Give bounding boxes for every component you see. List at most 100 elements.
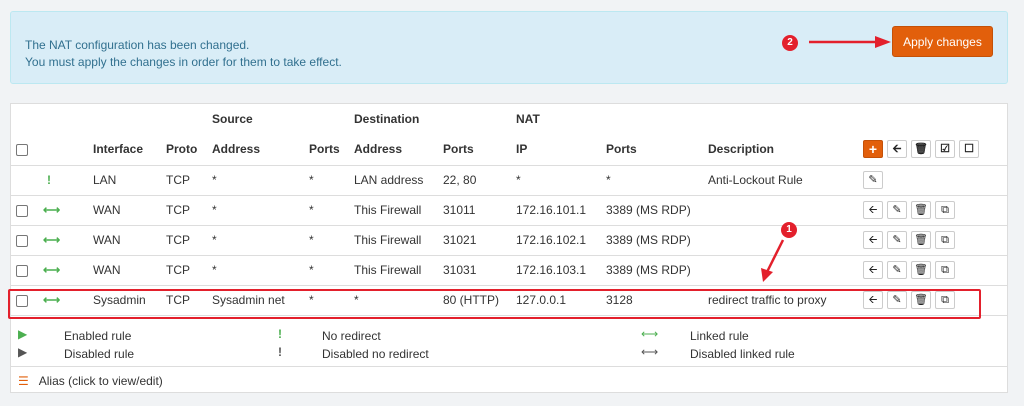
col-interface: Interface (93, 142, 144, 157)
cell-description (708, 195, 863, 225)
edit-icon[interactable]: ✎ (863, 171, 883, 189)
col-proto: Proto (166, 142, 198, 157)
copy-icon[interactable]: ⧉ (935, 201, 955, 219)
cell-description: Anti-Lockout Rule (708, 173, 803, 187)
cell-nat-ip: * (516, 173, 521, 187)
nat-rules-table: Source Destination NAT Interface Proto A… (11, 104, 1007, 316)
disabled-linked-rule-icon: ⟷ (641, 345, 659, 359)
copy-icon[interactable]: ⧉ (935, 261, 955, 279)
legend-disabled-linked-rule: Disabled linked rule (690, 347, 795, 361)
add-rule-button[interactable]: + (863, 140, 883, 159)
cell-proto: TCP (166, 173, 190, 187)
trash-icon[interactable]: 🗑 (911, 140, 931, 159)
no-redirect-icon: ! (47, 173, 51, 187)
row-checkbox[interactable] (16, 294, 28, 307)
cell-dst-ports: 22, 80 (443, 173, 477, 187)
cell-proto: TCP (166, 293, 190, 307)
move-left-icon[interactable]: 🡨 (863, 201, 883, 219)
cell-nat-ports: 3389 (MS RDP) (606, 203, 691, 217)
cell-interface: WAN (93, 203, 121, 217)
cell-src-address: * (212, 173, 217, 187)
cell-src-ports: * (309, 173, 314, 187)
cell-nat-ports: * (606, 173, 611, 187)
cell-nat-ip: 172.16.101.1 (516, 203, 587, 217)
row-checkbox[interactable] (16, 264, 28, 277)
linked-rule-icon: ⟷ (43, 203, 61, 217)
cell-dst-address: * (354, 293, 359, 307)
alert-message: The NAT configuration has been changed. … (25, 37, 342, 71)
move-left-icon[interactable]: 🡨 (863, 231, 883, 249)
cell-nat-ip: 127.0.0.1 (516, 293, 567, 307)
legend-linked-rule: Linked rule (690, 329, 749, 343)
cell-dst-ports: 80 (HTTP) (443, 293, 500, 307)
cell-nat-ip: 172.16.102.1 (516, 233, 587, 247)
linked-rule-icon: ⟷ (641, 327, 659, 341)
select-all-checkbox[interactable] (16, 144, 28, 157)
edit-icon[interactable]: ✎ (887, 291, 907, 309)
copy-icon[interactable]: ⧉ (935, 231, 955, 249)
row-checkbox[interactable] (16, 234, 28, 247)
cell-src-ports: * (309, 293, 314, 307)
trash-icon[interactable]: 🗑 (911, 201, 931, 219)
alert-line-1: The NAT configuration has been changed. (25, 38, 250, 52)
move-left-icon[interactable]: 🡨 (863, 261, 883, 279)
col-description: Description (708, 142, 775, 157)
move-left-icon[interactable]: 🡨 (887, 140, 907, 159)
linked-rule-icon: ⟷ (43, 233, 61, 247)
edit-icon[interactable]: ✎ (887, 201, 907, 219)
annotation-badge-1: 1 (781, 222, 797, 238)
uncheck-all-icon[interactable]: ☐ (959, 140, 979, 159)
nat-rules-panel: Source Destination NAT Interface Proto A… (10, 103, 1008, 393)
cell-nat-ports: 3389 (MS RDP) (606, 233, 691, 247)
legend-no-redirect: No redirect (322, 329, 381, 343)
cell-src-ports: * (309, 233, 314, 247)
cell-src-address: Sysadmin net (212, 293, 285, 307)
cell-dst-ports: 31011 (443, 203, 476, 217)
group-source: Source (212, 112, 253, 126)
apply-changes-button[interactable]: Apply changes (892, 26, 993, 57)
cell-dst-ports: 31031 (443, 263, 477, 277)
copy-icon[interactable]: ⧉ (935, 291, 955, 309)
linked-rule-icon: ⟷ (43, 263, 61, 277)
table-row: ⟷ WAN TCP * * This Firewall 31031 172.16… (11, 255, 1007, 285)
legend-disabled-no-redirect: Disabled no redirect (322, 347, 429, 361)
cell-nat-ports: 3128 (606, 293, 633, 307)
edit-icon[interactable]: ✎ (887, 231, 907, 249)
table-row: ⟷ Sysadmin TCP Sysadmin net * * 80 (HTTP… (11, 285, 1007, 315)
cell-interface: WAN (93, 263, 121, 277)
col-source-address: Address (212, 142, 261, 157)
col-destination-ports: Ports (443, 142, 474, 157)
cell-interface: WAN (93, 233, 121, 247)
check-all-icon[interactable]: ☑ (935, 140, 955, 159)
nat-changed-alert: The NAT configuration has been changed. … (10, 11, 1008, 84)
cell-dst-ports: 31021 (443, 233, 477, 247)
cell-dst-address: This Firewall (354, 233, 422, 247)
trash-icon[interactable]: 🗑 (911, 231, 931, 249)
cell-proto: TCP (166, 203, 190, 217)
table-row: ⟷ WAN TCP * * This Firewall 31011 172.16… (11, 195, 1007, 225)
table-row: ⟷ WAN TCP * * This Firewall 31021 172.16… (11, 225, 1007, 255)
alias-legend[interactable]: ☰ Alias (click to view/edit) (18, 374, 163, 388)
header-actions: + 🡨 🗑 ☑ ☐ (863, 140, 1007, 159)
cell-proto: TCP (166, 263, 190, 277)
trash-icon[interactable]: 🗑 (911, 291, 931, 309)
col-nat-ip: IP (516, 142, 528, 157)
cell-proto: TCP (166, 233, 190, 247)
annotation-arrow-2 (809, 36, 891, 48)
cell-src-address: * (212, 263, 217, 277)
cell-description: redirect traffic to proxy (708, 293, 827, 307)
disabled-no-redirect-icon: ! (278, 345, 282, 359)
col-nat-ports: Ports (606, 142, 637, 157)
trash-icon[interactable]: 🗑 (911, 261, 931, 279)
row-checkbox[interactable] (16, 204, 28, 217)
disabled-rule-icon: ▶ (18, 345, 28, 359)
alert-line-2: You must apply the changes in order for … (25, 55, 342, 69)
enabled-rule-icon: ▶ (18, 327, 28, 341)
cell-src-ports: * (309, 203, 314, 217)
cell-nat-ports: 3389 (MS RDP) (606, 263, 691, 277)
table-row: ! LAN TCP * * LAN address 22, 80 * * Ant… (11, 165, 1007, 195)
cell-src-address: * (212, 233, 217, 247)
move-left-icon[interactable]: 🡨 (863, 291, 883, 309)
annotation-arrow-1 (761, 239, 785, 282)
edit-icon[interactable]: ✎ (887, 261, 907, 279)
